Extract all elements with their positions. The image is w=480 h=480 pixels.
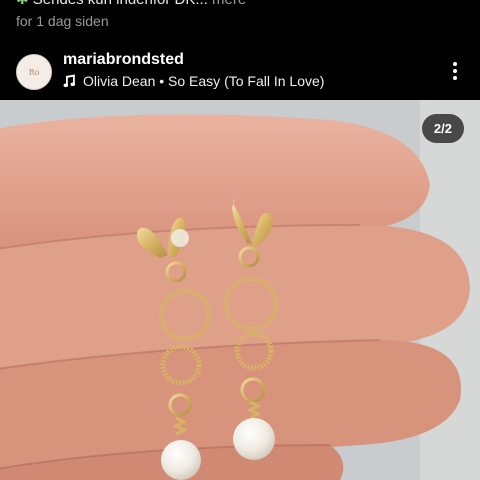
audio-link[interactable]: Olivia Dean • So Easy (To Fall In Love) bbox=[63, 73, 324, 89]
carousel-counter: 2/2 bbox=[421, 114, 464, 143]
previous-post-caption: ✱ Sendes kun indenfor DK... mere bbox=[16, 0, 246, 8]
avatar-logo-text: Ro bbox=[28, 67, 40, 77]
music-note-icon bbox=[63, 74, 76, 88]
previous-caption-text: Sendes kun indenfor DK... bbox=[33, 0, 208, 8]
post-header: Ro mariabrondsted Olivia Dean • So Easy … bbox=[0, 46, 480, 96]
post-photo[interactable]: 2/2 bbox=[0, 100, 480, 480]
more-vert-icon[interactable] bbox=[444, 60, 466, 82]
earrings-on-hand-image bbox=[0, 100, 480, 480]
avatar[interactable]: Ro bbox=[16, 54, 52, 90]
more-link[interactable]: mere bbox=[212, 0, 246, 8]
previous-post-timestamp: for 1 dag siden bbox=[16, 13, 109, 29]
audio-track: Olivia Dean • So Easy (To Fall In Love) bbox=[83, 73, 325, 89]
username[interactable]: mariabrondsted bbox=[63, 51, 184, 69]
leaf-emoji-icon: ✱ bbox=[16, 0, 29, 8]
